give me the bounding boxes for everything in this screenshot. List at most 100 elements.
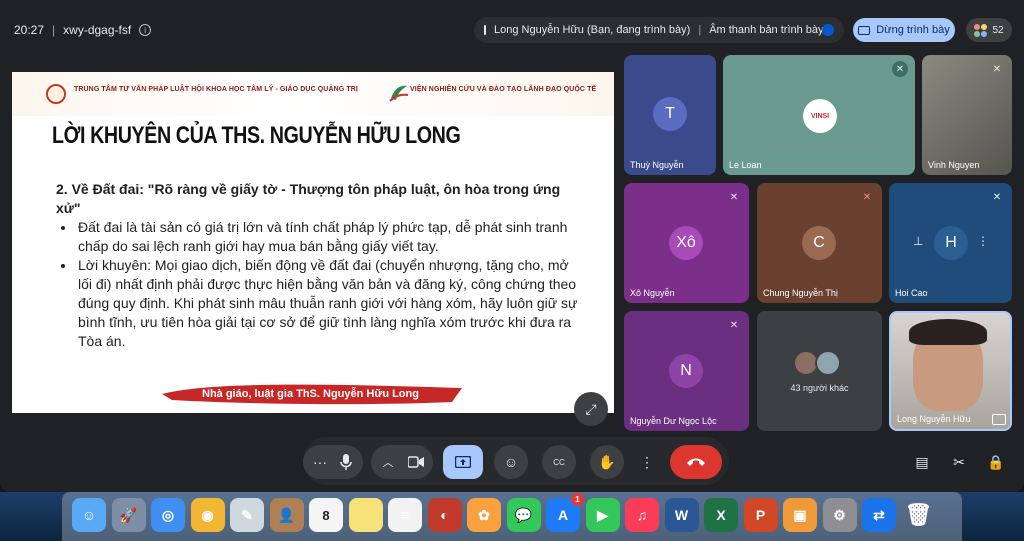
dock-powerpoint-icon[interactable]: P	[743, 498, 778, 532]
participant-name: Chung Nguyễn Thị	[763, 288, 838, 298]
mic-off-icon: ✕	[992, 63, 1002, 75]
participants-button[interactable]: 52	[966, 18, 1012, 42]
dock-calendar-icon[interactable]: 8	[309, 498, 343, 532]
stop-presenting-button[interactable]: Dừng trình bày	[853, 18, 955, 42]
dock-excel-icon[interactable]: X	[704, 498, 738, 532]
present-screen-button[interactable]	[443, 445, 483, 479]
dock-launchpad-icon[interactable]: 🚀	[111, 498, 146, 532]
participants-count: 52	[992, 24, 1004, 36]
info-icon[interactable]: i	[139, 24, 152, 36]
bullet-item: Lời khuyên: Mọi giao dịch, biến động về …	[76, 256, 586, 351]
participant-tile[interactable]: VINSI ✕ Le Loan	[723, 55, 915, 175]
presenter-label: Long Nguyễn Hữu (Bạn, đang trình bày)	[494, 24, 691, 36]
dock-safari-icon[interactable]: ◎	[151, 498, 185, 532]
more-vert-icon[interactable]: ⋮	[977, 234, 989, 248]
slide-title: LỜI KHUYÊN CỦA THS. NGUYỄN HỮU LONG	[52, 122, 461, 149]
presenting-banner: Long Nguyễn Hữu (Bạn, đang trình bày) | …	[474, 17, 844, 43]
mic-off-icon: ✕	[862, 191, 872, 203]
company-logo: VINSI	[803, 99, 837, 133]
participant-tile[interactable]: C ✕ Chung Nguyễn Thị	[757, 183, 882, 303]
host-controls-icon[interactable]: 🔒	[984, 450, 1008, 474]
notification-badge: 1	[571, 493, 584, 506]
slide-body: 2. Về Đất đai: "Rõ ràng về giấy tờ - Thư…	[56, 180, 586, 351]
dock-word-icon[interactable]: W	[664, 498, 699, 532]
audio-label: Âm thanh bản trình bày	[709, 24, 824, 36]
dock-notes-icon[interactable]	[348, 498, 383, 532]
end-call-button[interactable]	[670, 445, 722, 479]
participant-name: Le Loan	[729, 160, 762, 170]
dock-photo-booth-icon[interactable]: ◐	[427, 498, 462, 532]
law-center-logo	[46, 84, 66, 104]
org-right: VIỆN NGHIÊN CỨU VÀ ĐÀO TẠO LÃNH ĐẠO QUỐC…	[410, 86, 597, 93]
dock-photos-icon[interactable]: ✿	[467, 498, 501, 532]
signature-text: Nhà giáo, luật gia ThS. Nguyễn Hữu Long	[202, 388, 419, 400]
participant-name: Nguyễn Dư Ngọc Lộc	[630, 416, 717, 426]
participant-name: Xô Nguyễn	[630, 288, 675, 298]
fullscreen-button[interactable]: ⤢	[574, 392, 608, 426]
dock-teamviewer-icon[interactable]: ⇄	[862, 498, 896, 532]
participant-tile[interactable]: N ✕ Nguyễn Dư Ngọc Lộc	[624, 311, 749, 431]
dock-app-store-icon[interactable]: A1	[546, 493, 584, 532]
slide-bullets: Đất đai là tài sản có giá trị lớn và tín…	[76, 218, 586, 351]
avatar: Xô	[669, 226, 703, 260]
others-count: 43 người khác	[790, 383, 849, 393]
mic-off-icon: ✕	[729, 191, 739, 203]
mic-off-icon: ✕	[729, 319, 739, 331]
bullet-item: Đất đai là tài sản có giá trị lớn và tín…	[76, 218, 586, 256]
camera-icon[interactable]	[399, 445, 433, 479]
participants-icon	[974, 23, 988, 37]
slide-heading: 2. Về Đất đai: "Rõ ràng về giấy tờ - Thư…	[56, 181, 561, 216]
captions-icon[interactable]: CC	[542, 445, 576, 479]
dock-books-icon[interactable]: ▣	[783, 498, 817, 532]
avatar: C	[802, 226, 836, 260]
stop-presenting-label: Dừng trình bày	[876, 24, 950, 36]
dock-preview-icon[interactable]: ✎	[230, 498, 264, 532]
mic-off-icon: ✕	[892, 61, 908, 77]
slide-header	[12, 72, 614, 116]
more-vert-icon[interactable]: ⋮	[634, 445, 660, 479]
self-video-tile[interactable]: Long Nguyễn Hữu	[889, 311, 1012, 431]
dock-finder-icon[interactable]: ☺	[72, 498, 106, 532]
self-video-hair	[909, 319, 987, 345]
call-controls: ··· ︿ ☺ CC ✋ ⋮	[303, 437, 729, 485]
separator: |	[52, 23, 56, 37]
avatar: N	[669, 354, 703, 388]
participant-name: Hoi Cao	[895, 288, 928, 298]
stop-present-icon	[858, 25, 871, 35]
avatar: T	[653, 97, 687, 131]
dock-chrome-icon[interactable]: ◉	[190, 498, 225, 532]
present-screen-icon	[484, 25, 486, 35]
participant-tile[interactable]: ⊥ H ⋮ ✕ Hoi Cao	[889, 183, 1012, 303]
dock-system-preferences-icon[interactable]: ⚙	[822, 498, 857, 532]
meet-window: 20:27 | xwy-dgag-fsf i Long Nguyễn Hữu (…	[0, 0, 1024, 492]
microphone-icon[interactable]	[329, 445, 363, 479]
activities-icon[interactable]: ✂	[947, 450, 971, 474]
participant-tile[interactable]: Xô ✕ Xô Nguyễn	[624, 183, 749, 303]
emoji-icon[interactable]: ☺	[494, 445, 528, 479]
chat-icon[interactable]: ▤	[910, 450, 934, 474]
participant-name: Thuỳ Nguyễn	[630, 160, 684, 170]
presentation-slide: TRUNG TÂM TƯ VẤN PHÁP LUẬT HỘI KHOA HỌC …	[12, 72, 614, 413]
institute-logo	[389, 85, 409, 102]
dock-trash-icon[interactable]: 🗑	[902, 498, 936, 532]
avatar	[815, 350, 841, 376]
org-left: TRUNG TÂM TƯ VẤN PHÁP LUẬT HỘI KHOA HỌC …	[74, 86, 358, 93]
minimize-self-icon[interactable]	[992, 414, 1006, 425]
participant-tile[interactable]: T Thuỳ Nguyễn	[624, 55, 716, 175]
dock-reminders-icon[interactable]: ≡	[388, 498, 422, 532]
dock-facetime-icon[interactable]: ▶	[585, 498, 620, 532]
others-tile[interactable]: 43 người khác	[757, 311, 882, 431]
separator: |	[698, 24, 702, 36]
meeting-code: xwy-dgag-fsf	[63, 23, 132, 37]
raise-hand-icon[interactable]: ✋	[590, 445, 624, 479]
top-bar: 20:27 | xwy-dgag-fsf i Long Nguyễn Hữu (…	[0, 13, 1024, 49]
dock-messages-icon[interactable]: 💬	[506, 498, 541, 532]
meeting-time: 20:27	[14, 23, 45, 37]
mic-off-icon: ✕	[992, 191, 1002, 203]
participant-tile[interactable]: ✕ Vinh Nguyen	[922, 55, 1012, 175]
pin-icon[interactable]: ⊥	[913, 234, 923, 248]
dock-music-icon[interactable]: ♫	[625, 498, 659, 532]
dock-contacts-icon[interactable]: 👤	[269, 498, 304, 532]
participant-name: Vinh Nguyen	[928, 160, 980, 170]
participant-name: Long Nguyễn Hữu	[897, 414, 971, 424]
